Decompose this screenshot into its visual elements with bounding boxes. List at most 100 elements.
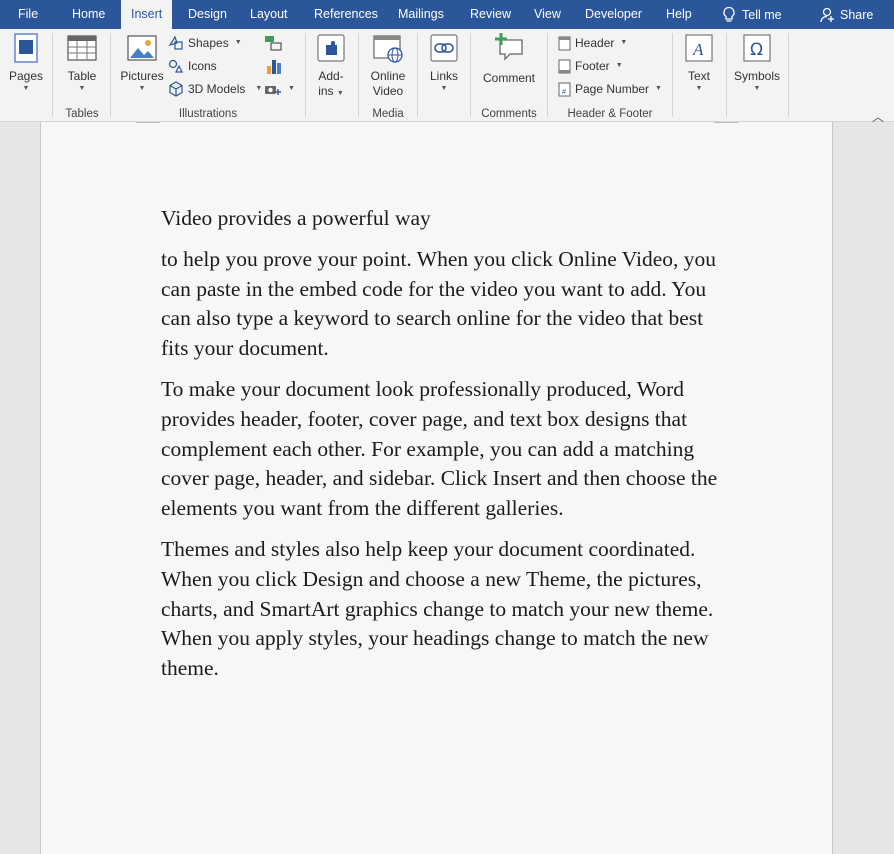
- ribbon-tab-bar: File Home Insert Design Layout Reference…: [0, 0, 894, 29]
- pages-icon: [14, 33, 38, 63]
- document-page[interactable]: Video provides a powerful way to help yo…: [40, 122, 833, 854]
- lightbulb-icon: [723, 6, 735, 22]
- chevron-down-icon: ▼: [288, 85, 295, 92]
- text-button[interactable]: A Text ▼: [679, 31, 719, 94]
- svg-text:Ω: Ω: [750, 40, 763, 60]
- add-ins-label-text: ins: [318, 84, 334, 98]
- illustrations-group-label: Illustrations: [178, 108, 238, 120]
- online-video-icon: [373, 35, 403, 63]
- link-icon: [430, 34, 458, 62]
- new-comment-icon: [495, 33, 523, 61]
- tab-review[interactable]: Review: [460, 0, 521, 29]
- header-icon: [558, 36, 571, 50]
- page-number-label: Page Number: [575, 82, 650, 96]
- comments-group: Comment Comments: [472, 29, 546, 122]
- table-label: Table: [67, 69, 97, 83]
- tab-design[interactable]: Design: [178, 0, 237, 29]
- comments-group-label: Comments: [481, 108, 537, 120]
- icons-label: Icons: [188, 59, 217, 73]
- person-icon: [820, 7, 834, 22]
- shapes-icon: [168, 35, 183, 50]
- picture-icon: [127, 35, 157, 61]
- margin-marker: [136, 122, 160, 123]
- footer-label: Footer: [575, 59, 610, 73]
- screenshot-icon: [265, 86, 281, 95]
- footer-icon: [558, 59, 571, 73]
- document-canvas: Video provides a powerful way to help yo…: [0, 122, 894, 854]
- tab-home[interactable]: Home: [62, 0, 115, 29]
- tables-group: Table ▼ Tables: [54, 29, 110, 122]
- pictures-label: Pictures: [120, 69, 164, 83]
- tab-developer[interactable]: Developer: [575, 0, 652, 29]
- group-divider: [547, 33, 548, 117]
- text-label: Text: [687, 69, 710, 83]
- header-label: Header: [575, 36, 615, 50]
- insert-ribbon: Pages ▼ Table ▼ Tables Pictures ▼ Shapes…: [0, 29, 894, 124]
- paragraph: to help you prove your point. When you c…: [161, 246, 717, 361]
- header-button[interactable]: Header ▼: [558, 33, 627, 53]
- margin-marker: [714, 122, 738, 123]
- pages-label: Pages: [8, 69, 44, 83]
- group-divider: [672, 33, 673, 117]
- document-body[interactable]: Video provides a powerful way to help yo…: [161, 204, 731, 695]
- group-divider: [788, 33, 789, 117]
- online-video-label-line2: Video: [372, 84, 404, 98]
- online-video-button[interactable]: Online Video: [366, 31, 410, 99]
- links-button[interactable]: Links ▼: [423, 31, 465, 94]
- chevron-down-icon: ▼: [234, 39, 242, 46]
- tell-me-search[interactable]: Tell me: [712, 0, 792, 29]
- group-divider: [52, 33, 53, 117]
- pictures-button[interactable]: Pictures ▼: [118, 31, 166, 94]
- table-button[interactable]: Table ▼: [62, 31, 102, 94]
- tab-insert[interactable]: Insert: [121, 0, 173, 29]
- tab-mailings[interactable]: Mailings: [388, 0, 454, 29]
- chart-icon[interactable]: [266, 57, 282, 75]
- tab-view[interactable]: View: [524, 0, 571, 29]
- chevron-down-icon: ▼: [78, 85, 86, 92]
- table-icon: [67, 35, 97, 61]
- links-label: Links: [429, 69, 458, 83]
- symbols-button[interactable]: Ω Symbols ▼: [732, 31, 782, 94]
- footer-button[interactable]: Footer ▼: [558, 56, 623, 76]
- add-ins-label-line2: ins ▼: [311, 84, 351, 101]
- paragraph: Video provides a powerful way: [161, 206, 431, 230]
- page-number-icon: #: [558, 82, 571, 96]
- shapes-label: Shapes: [188, 36, 229, 50]
- screenshot-button[interactable]: ▼: [264, 79, 295, 99]
- pages-button[interactable]: Pages ▼: [6, 31, 46, 94]
- chevron-down-icon: ▼: [255, 85, 263, 92]
- header-footer-group-label: Header & Footer: [567, 108, 653, 120]
- tab-help[interactable]: Help: [656, 0, 702, 29]
- icons-button[interactable]: Icons: [168, 56, 217, 76]
- add-ins-button[interactable]: Add- ins ▼: [311, 31, 351, 101]
- comment-label: Comment: [482, 71, 535, 85]
- svg-text:#: #: [562, 89, 566, 96]
- group-divider: [110, 33, 111, 117]
- online-video-label-line1: Online: [370, 69, 406, 83]
- 3d-models-label: 3D Models: [188, 82, 246, 96]
- share-label: Share: [840, 7, 874, 22]
- illustrations-group: Pictures ▼ Shapes ▼ Icons 3D Models ▼ ▼ …: [112, 29, 304, 122]
- chevron-down-icon: ▼: [440, 85, 448, 92]
- share-button[interactable]: Share: [810, 0, 883, 29]
- add-ins-label-line1: Add-: [318, 69, 344, 83]
- chevron-down-icon: ▼: [336, 90, 344, 97]
- group-divider: [470, 33, 471, 117]
- tab-layout[interactable]: Layout: [240, 0, 298, 29]
- comment-button[interactable]: Comment: [479, 31, 539, 86]
- smartart-icon[interactable]: [264, 34, 282, 52]
- page-number-button[interactable]: # Page Number ▼: [558, 79, 662, 99]
- tab-file[interactable]: File: [8, 0, 48, 29]
- paragraph: To make your document look professionall…: [161, 376, 718, 521]
- cube-icon: [169, 81, 183, 97]
- tab-references[interactable]: References: [304, 0, 388, 29]
- chevron-down-icon: ▼: [753, 85, 761, 92]
- group-divider: [417, 33, 418, 117]
- symbols-label: Symbols: [733, 69, 780, 83]
- chevron-down-icon: ▼: [615, 62, 623, 69]
- shapes-button[interactable]: Shapes ▼: [168, 33, 242, 53]
- group-divider: [358, 33, 359, 117]
- chevron-down-icon: ▼: [138, 85, 146, 92]
- svg-text:A: A: [692, 40, 704, 59]
- 3d-models-button[interactable]: 3D Models ▼: [168, 79, 262, 99]
